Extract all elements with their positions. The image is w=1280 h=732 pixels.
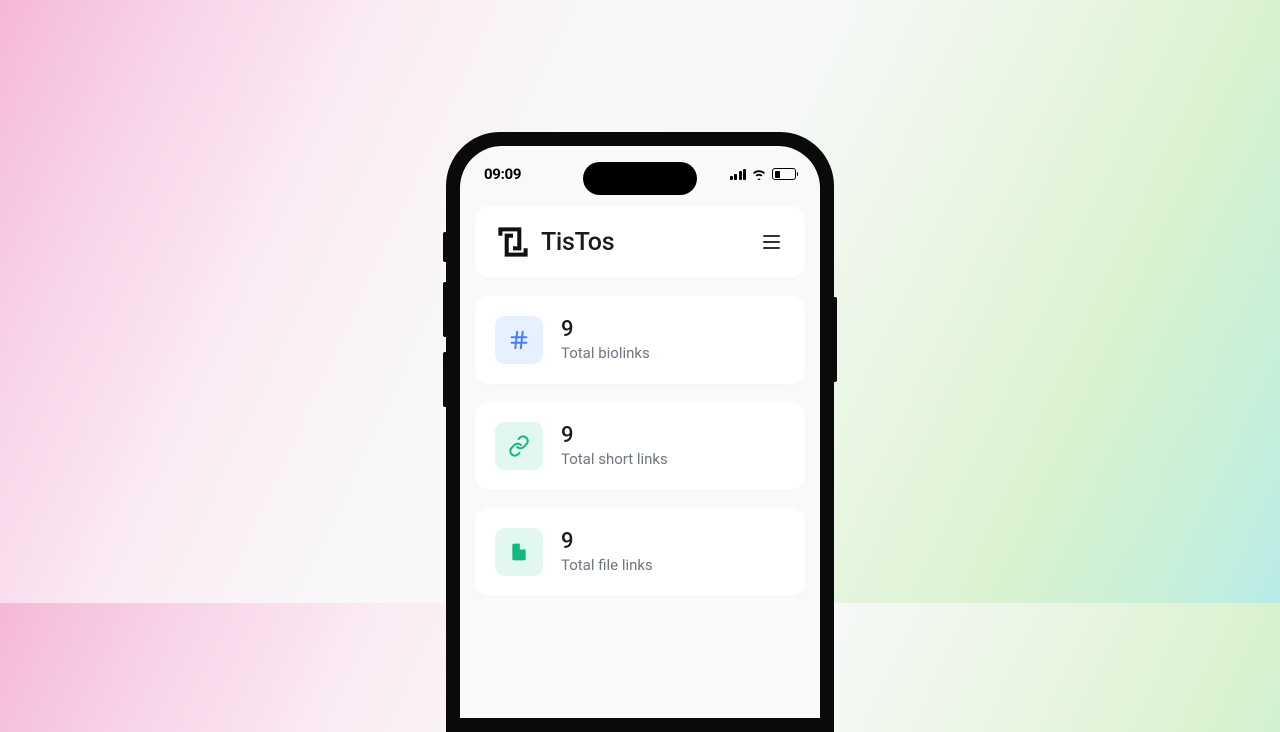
stat-card-biolinks[interactable]: 9 Total biolinks	[475, 296, 805, 384]
phone-side-button	[443, 282, 446, 337]
phone-side-button	[834, 297, 837, 382]
file-icon	[495, 528, 543, 576]
link-icon	[495, 422, 543, 470]
stat-value: 9	[561, 424, 668, 448]
status-icons	[730, 168, 797, 180]
stat-label: Total short links	[561, 450, 668, 468]
app-content: TisTos 9	[460, 194, 820, 626]
dynamic-island	[583, 162, 697, 195]
app-header: TisTos	[475, 206, 805, 278]
brand-name: TisTos	[541, 228, 614, 257]
hash-icon	[495, 316, 543, 364]
phone-side-button	[443, 352, 446, 407]
phone-frame: 09:09	[446, 132, 834, 732]
stat-label: Total biolinks	[561, 344, 650, 362]
brand-logo-icon	[495, 224, 531, 260]
phone-side-button	[443, 232, 446, 262]
stat-label: Total file links	[561, 556, 653, 574]
hamburger-icon	[763, 235, 780, 237]
stat-card-shortlinks[interactable]: 9 Total short links	[475, 402, 805, 490]
stat-card-filelinks[interactable]: 9 Total file links	[475, 508, 805, 596]
battery-icon	[772, 168, 796, 180]
phone-screen: 09:09	[460, 146, 820, 718]
wifi-icon	[751, 168, 767, 180]
signal-icon	[730, 169, 747, 180]
stat-value: 9	[561, 530, 653, 554]
stat-value: 9	[561, 318, 650, 342]
menu-button[interactable]	[757, 228, 785, 256]
brand: TisTos	[495, 224, 614, 260]
status-time: 09:09	[484, 165, 521, 183]
